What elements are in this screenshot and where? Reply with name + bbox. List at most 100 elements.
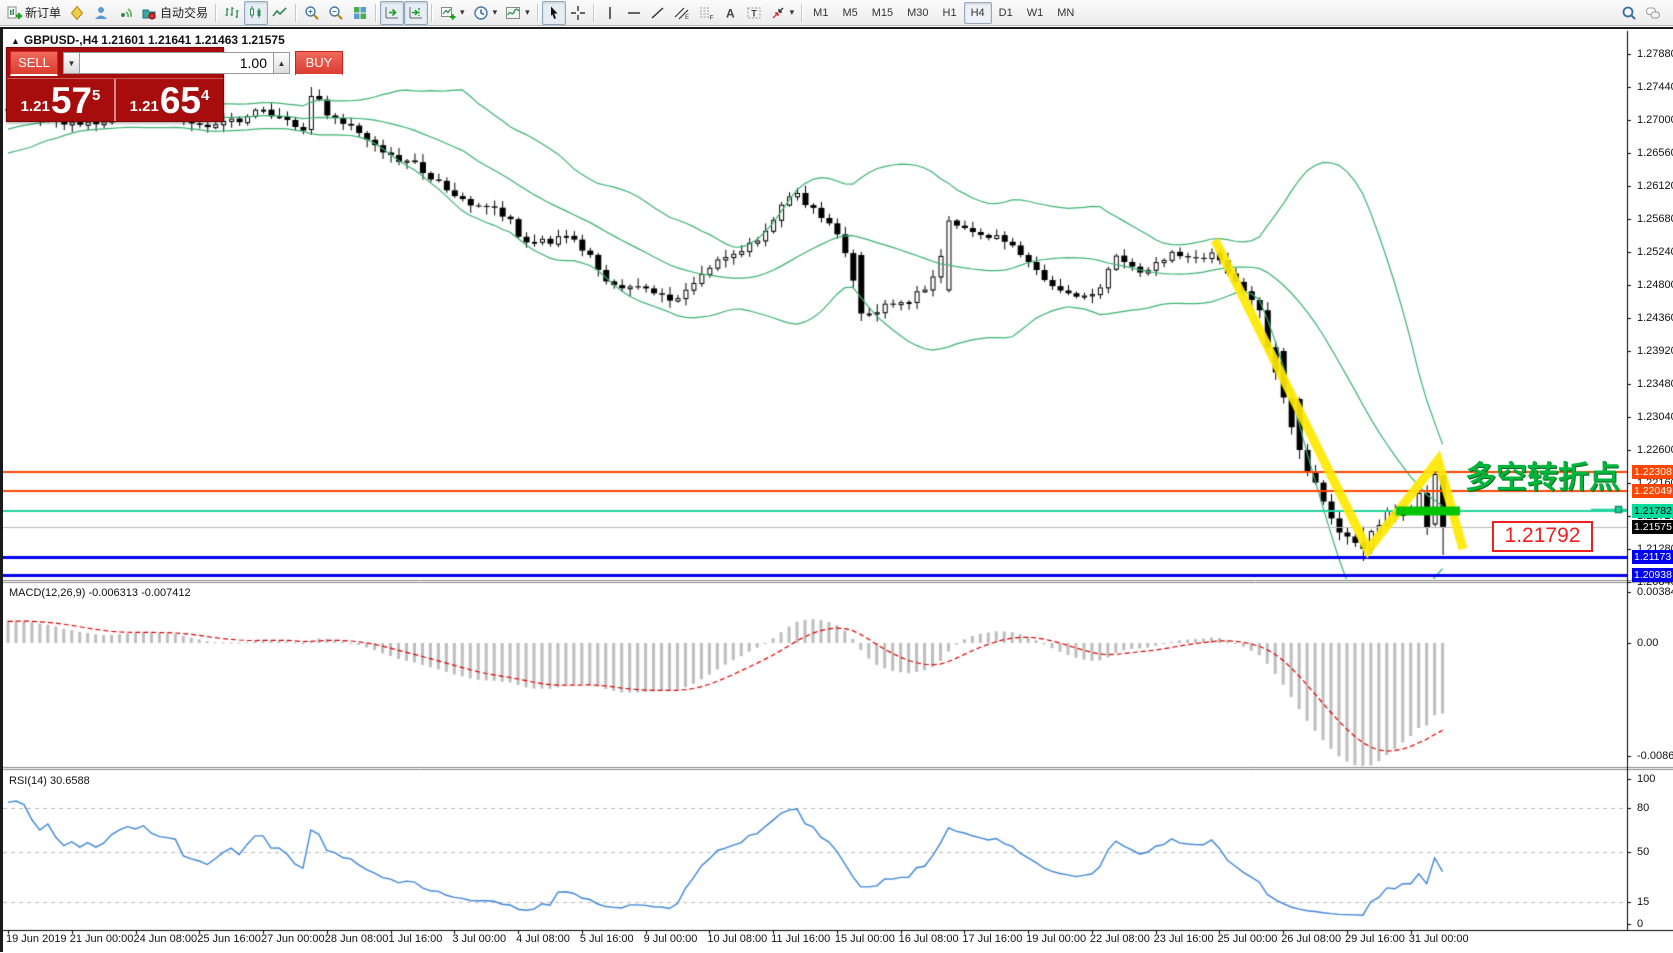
turning-point-annotation: 多空转折点 — [1465, 452, 1620, 497]
svg-text:E: E — [685, 15, 689, 21]
chart-title: ▲GBPUSD-,H4 1.21601 1.21641 1.21463 1.21… — [11, 33, 285, 47]
time-axis-label: 17 Jul 16:00 — [962, 933, 1022, 945]
timeframe-m30-button[interactable]: M30 — [900, 2, 935, 24]
rsi-indicator-label: RSI(14) 30.6588 — [9, 775, 90, 787]
new-order-label: 新订单 — [25, 4, 61, 21]
cursor-button[interactable] — [542, 1, 566, 25]
title-collapse-icon[interactable]: ▲ — [11, 36, 20, 46]
templates-button[interactable]: ▾ — [501, 1, 534, 25]
dropdown-arrow-icon[interactable]: ▾ — [525, 7, 530, 18]
auto-scroll-button[interactable] — [380, 1, 404, 25]
text-button[interactable]: A — [718, 1, 742, 25]
price-tick-label: 1.23480 — [1637, 378, 1673, 390]
new-chart-button[interactable]: ▾ — [436, 1, 469, 25]
community-icon — [93, 5, 109, 21]
trendline-button[interactable] — [646, 1, 670, 25]
fibonacci-icon: F — [698, 5, 714, 21]
price-tick-label: 1.26120 — [1637, 180, 1673, 192]
macd-axis-label: 0.003848 — [1637, 586, 1673, 598]
rsi-axis-label: 15 — [1637, 896, 1649, 908]
chat-icon[interactable] — [1641, 1, 1665, 25]
arrows-button[interactable]: ▾ — [766, 1, 799, 25]
signals-icon — [117, 5, 133, 21]
autotrade-label: 自动交易 — [160, 4, 208, 21]
line-chart-icon — [272, 5, 288, 21]
sell-button[interactable]: SELL — [10, 51, 58, 76]
channel-button[interactable]: E — [670, 1, 694, 25]
new-order-button[interactable]: 新订单 — [2, 1, 65, 25]
dropdown-arrow-icon[interactable]: ▾ — [790, 7, 795, 18]
sell-price[interactable]: 1.21 57 5 — [7, 79, 116, 121]
price-tick-label: 1.25240 — [1637, 246, 1673, 258]
price-tag: 1.21782 — [1632, 504, 1673, 518]
timeframe-h1-button[interactable]: H1 — [936, 2, 964, 24]
time-axis-label: 21 Jun 00:00 — [70, 933, 134, 945]
buy-price-pip: 4 — [201, 81, 209, 111]
volume-input[interactable] — [80, 52, 273, 74]
toolbar-separator — [593, 4, 595, 22]
fibonacci-button[interactable]: F — [694, 1, 718, 25]
price-tick-label: 1.24800 — [1637, 279, 1673, 291]
timeframe-h4-button[interactable]: H4 — [964, 2, 992, 24]
horizontal-line-button[interactable] — [622, 1, 646, 25]
time-axis-label: 25 Jun 16:00 — [197, 933, 261, 945]
dropdown-arrow-icon[interactable]: ▾ — [493, 7, 498, 18]
autotrade-button[interactable]: 自动交易 — [137, 1, 212, 25]
toolbar-buttons: 新订单 自动交易 ▾ ▾ ▾ E F AT ▾ — [2, 1, 806, 25]
search-icon[interactable] — [1617, 1, 1641, 25]
toolbar-right — [1617, 1, 1665, 25]
volume-increase-button[interactable]: ▲ — [273, 52, 290, 74]
community-button[interactable] — [89, 1, 113, 25]
time-axis-label: 16 Jul 08:00 — [899, 933, 959, 945]
toolbar-separator — [431, 4, 433, 22]
price-tag: 1.21173 — [1632, 550, 1673, 564]
periods-button[interactable]: ▾ — [469, 1, 502, 25]
buy-button[interactable]: BUY — [295, 51, 343, 76]
sell-price-pip: 5 — [92, 81, 100, 111]
time-axis-label: 10 Jul 08:00 — [707, 933, 767, 945]
templates-icon — [505, 5, 521, 21]
line-chart-button[interactable] — [268, 1, 292, 25]
zoom-in-button[interactable] — [300, 1, 324, 25]
volume-decrease-button[interactable]: ▼ — [63, 52, 80, 74]
macd-axis-label: 0.00 — [1637, 637, 1658, 649]
timeframe-w1-button[interactable]: W1 — [1020, 2, 1051, 24]
tile-windows-button[interactable] — [348, 1, 372, 25]
price-tick-label: 1.27000 — [1637, 114, 1673, 126]
timeframe-mn-button[interactable]: MN — [1050, 2, 1081, 24]
time-axis-label: 27 Jun 00:00 — [261, 933, 325, 945]
crosshair-button[interactable] — [566, 1, 590, 25]
chart-shift-button[interactable] — [404, 1, 428, 25]
timeframe-m5-button[interactable]: M5 — [835, 2, 864, 24]
periods-icon — [473, 5, 489, 21]
toolbar-separator — [375, 4, 377, 22]
price-callout-box[interactable]: 1.21792 — [1492, 521, 1593, 552]
time-axis-label: 31 Jul 00:00 — [1409, 933, 1469, 945]
arrows-icon — [770, 5, 786, 21]
dropdown-arrow-icon[interactable]: ▾ — [460, 7, 465, 18]
text-label-button[interactable]: T — [742, 1, 766, 25]
new-chart-icon — [440, 5, 456, 21]
bar-chart-icon — [224, 5, 240, 21]
candle-chart-button[interactable] — [244, 1, 268, 25]
price-tick-label: 1.27880 — [1637, 48, 1673, 60]
editor-button[interactable] — [65, 1, 89, 25]
bar-chart-button[interactable] — [220, 1, 244, 25]
time-axis-label: 15 Jul 00:00 — [835, 933, 895, 945]
auto-scroll-icon — [384, 5, 400, 21]
price-tick-label: 1.24360 — [1637, 312, 1673, 324]
sell-price-main: 57 — [51, 84, 92, 117]
signals-button[interactable] — [113, 1, 137, 25]
price-tick-label: 1.27440 — [1637, 81, 1673, 93]
zoom-out-button[interactable] — [324, 1, 348, 25]
time-axis-label: 19 Jul 00:00 — [1026, 933, 1086, 945]
time-axis-label: 28 Jun 08:00 — [325, 933, 389, 945]
svg-text:F: F — [709, 14, 713, 21]
timeframe-m1-button[interactable]: M1 — [806, 2, 835, 24]
timeframe-m15-button[interactable]: M15 — [865, 2, 900, 24]
timeframe-d1-button[interactable]: D1 — [992, 2, 1020, 24]
vertical-line-button[interactable] — [598, 1, 622, 25]
buy-price[interactable]: 1.21 65 4 — [116, 79, 223, 121]
svg-text:A: A — [726, 6, 735, 20]
chart-canvas[interactable] — [3, 29, 1673, 952]
